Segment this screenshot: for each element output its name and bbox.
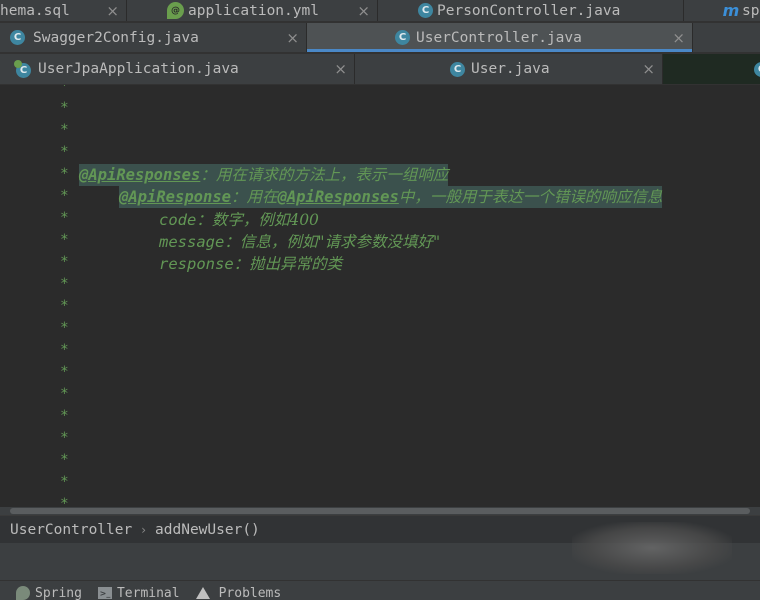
comment-text: ：用在 bbox=[230, 188, 278, 206]
editor-tabs-row-1: hema.sql × @ application.yml × C PersonC… bbox=[0, 0, 760, 22]
breadcrumb-item-class[interactable]: UserController bbox=[10, 522, 132, 538]
close-icon[interactable]: × bbox=[642, 60, 655, 78]
comment-text: 中，一般用于表达一个错误的响应信息 bbox=[398, 188, 663, 206]
terminal-icon: >_ bbox=[97, 587, 112, 599]
comment-asterisk: * bbox=[60, 254, 69, 270]
comment-asterisk: * bbox=[60, 452, 69, 468]
tab-label: User.java bbox=[471, 61, 550, 77]
code-line-response: response：抛出异常的类 bbox=[159, 253, 342, 275]
comment-asterisk: * bbox=[60, 232, 69, 248]
tool-button-terminal[interactable]: >_ Terminal bbox=[97, 580, 180, 600]
comment-asterisk: * bbox=[60, 188, 69, 204]
tool-button-label: Problems bbox=[218, 585, 282, 600]
comment-asterisk: * bbox=[60, 122, 69, 138]
close-icon[interactable]: × bbox=[286, 29, 299, 47]
tab-label: UserController.java bbox=[416, 29, 582, 46]
comment-asterisk: * bbox=[60, 298, 69, 314]
comment-asterisk: * bbox=[60, 430, 69, 446]
tab-label: sp bbox=[742, 2, 760, 19]
tab-label: UserJpaApplication.java bbox=[38, 61, 239, 77]
comment-asterisk: * bbox=[60, 474, 69, 490]
tab-user-java[interactable]: C User.java × bbox=[355, 54, 663, 84]
comment-asterisk: * bbox=[60, 276, 69, 292]
class-icon: C bbox=[418, 3, 433, 18]
tab-user-jpa-application[interactable]: C UserJpaApplication.java × bbox=[0, 54, 355, 84]
tool-button-problems[interactable]: Problems bbox=[195, 580, 282, 600]
comment-asterisk: * bbox=[60, 85, 69, 94]
tab-schema-sql[interactable]: hema.sql × bbox=[0, 0, 127, 21]
tool-window-bar: Spring >_ Terminal Problems bbox=[0, 580, 760, 600]
comment-asterisk: * bbox=[60, 342, 69, 358]
code-editor[interactable]: * * * * * * * * * * * * * * * * * * * * … bbox=[0, 85, 760, 508]
chevron-right-icon: › bbox=[141, 522, 147, 537]
tab-label: hema.sql bbox=[0, 2, 70, 19]
code-line-api-response: @ApiResponse：用在@ApiResponses中，一般用于表达一个错误… bbox=[119, 186, 663, 208]
tool-button-label: Spring bbox=[35, 585, 82, 600]
horizontal-scrollbar[interactable] bbox=[0, 507, 760, 515]
comment-asterisk: * bbox=[60, 100, 69, 116]
annotation-keyword: @ApiResponses bbox=[277, 188, 399, 206]
field-key: response bbox=[159, 255, 234, 273]
field-key: code bbox=[159, 211, 197, 229]
spring-icon bbox=[16, 586, 30, 600]
tab-label: Swagger2Config.java bbox=[33, 29, 199, 46]
comment-asterisk: * bbox=[60, 364, 69, 380]
breadcrumb-item-method[interactable]: addNewUser() bbox=[155, 522, 260, 538]
tab-user-controller[interactable]: C UserController.java × bbox=[307, 23, 693, 52]
code-line-code: code：数字，例如400 bbox=[159, 209, 319, 231]
comment-asterisk: * bbox=[60, 408, 69, 424]
tab-overflow[interactable]: C bbox=[663, 54, 760, 84]
comment-text: ：用在请求的方法上，表示一组响应 bbox=[200, 166, 449, 184]
code-line-api-responses: @ApiResponses：用在请求的方法上，表示一组响应 bbox=[79, 164, 449, 186]
class-icon: C bbox=[395, 30, 410, 45]
tab-person-controller[interactable]: C PersonController.java bbox=[378, 0, 684, 21]
code-line-message: message：信息，例如"请求参数没填好" bbox=[159, 231, 440, 253]
class-icon: C bbox=[754, 61, 760, 77]
editor-tabs-row-2: C Swagger2Config.java × C UserController… bbox=[0, 22, 760, 53]
annotation-keyword: @ApiResponse bbox=[119, 188, 231, 206]
class-icon: C bbox=[10, 30, 25, 45]
tab-filler bbox=[693, 23, 760, 52]
editor-tabs-row-3: C UserJpaApplication.java × C User.java … bbox=[0, 53, 760, 85]
tab-swagger2config[interactable]: C Swagger2Config.java × bbox=[0, 23, 307, 52]
comment-text: ：数字，例如400 bbox=[196, 211, 319, 229]
close-icon[interactable]: × bbox=[672, 29, 685, 47]
comment-asterisk: * bbox=[60, 386, 69, 402]
close-icon[interactable]: × bbox=[357, 2, 370, 20]
warning-icon bbox=[195, 587, 210, 599]
field-key: message bbox=[159, 233, 225, 251]
comment-asterisk: * bbox=[60, 320, 69, 336]
tab-application-yml[interactable]: @ application.yml × bbox=[127, 0, 378, 21]
tab-label: application.yml bbox=[188, 2, 319, 19]
comment-asterisk: * bbox=[60, 144, 69, 160]
maven-icon: m bbox=[722, 1, 740, 20]
comment-text: ：信息，例如"请求参数没填好" bbox=[224, 233, 441, 251]
watermark-blur bbox=[572, 522, 732, 574]
close-icon[interactable]: × bbox=[106, 2, 119, 20]
annotation-keyword: @ApiResponses bbox=[79, 166, 201, 184]
scrollbar-thumb[interactable] bbox=[10, 508, 750, 514]
tab-label: PersonController.java bbox=[437, 2, 621, 19]
comment-text: ：抛出异常的类 bbox=[233, 255, 343, 273]
tool-button-label: Terminal bbox=[116, 585, 180, 600]
tool-button-spring[interactable]: Spring bbox=[16, 580, 82, 600]
spring-class-icon: C bbox=[14, 59, 33, 78]
tab-maven-sp[interactable]: m sp bbox=[684, 0, 760, 21]
close-icon[interactable]: × bbox=[334, 60, 347, 78]
spring-yml-icon: @ bbox=[167, 2, 184, 19]
class-icon: C bbox=[450, 61, 465, 77]
comment-asterisk: * bbox=[60, 166, 69, 182]
comment-asterisk: * bbox=[60, 210, 69, 226]
